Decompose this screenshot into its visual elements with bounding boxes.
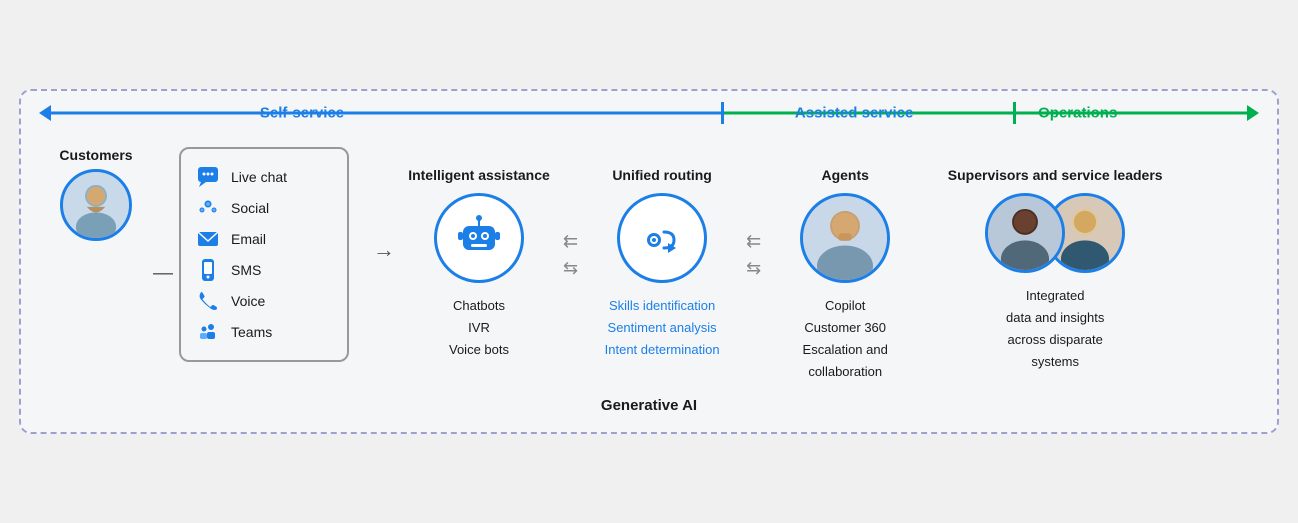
channels-bracket: Live chat Social	[179, 147, 349, 362]
section-divider-1	[721, 102, 724, 124]
customers-label: Customers	[59, 147, 132, 163]
intelligent-assistance-column: Intelligent assistance	[399, 147, 559, 361]
operations-label: Operations	[1038, 104, 1117, 121]
supervisors-item-3: across disparate	[1006, 329, 1104, 351]
supervisors-item-4: systems	[1006, 351, 1104, 373]
customer-image	[63, 169, 129, 241]
supervisors-photos	[985, 193, 1125, 273]
live-chat-icon	[195, 164, 221, 190]
supervisor-photo-1	[985, 193, 1065, 273]
channel-social: Social	[195, 195, 337, 221]
unified-routing-items: Skills identification Sentiment analysis…	[605, 295, 720, 361]
supervisors-item-1: Integrated	[1006, 285, 1104, 307]
supervisors-items: Integrated data and insights across disp…	[1006, 285, 1104, 373]
section-divider-2	[1013, 102, 1016, 124]
ia-item-1: Chatbots	[449, 295, 509, 317]
ur-item-2: Sentiment analysis	[605, 317, 720, 339]
unified-routing-title: Unified routing	[612, 147, 712, 183]
agents-column: Agents Copilot Customer 360 Escalation a…	[765, 147, 925, 383]
voice-label: Voice	[231, 293, 265, 309]
agents-item-1: Copilot	[803, 295, 888, 317]
live-chat-label: Live chat	[231, 169, 287, 185]
email-label: Email	[231, 231, 266, 247]
customers-column: Customers	[41, 147, 151, 241]
channel-email: Email	[195, 226, 337, 252]
email-icon	[195, 226, 221, 252]
agents-item-3: Escalation and	[803, 339, 888, 361]
sms-icon	[195, 257, 221, 283]
self-service-label: Self-service	[260, 104, 344, 121]
arrow-customers-to-channels: —	[151, 262, 175, 285]
channels-column: Live chat Social	[179, 147, 369, 362]
diagram-container: Self-service Assisted service Operations…	[19, 89, 1279, 434]
channel-voice: Voice	[195, 288, 337, 314]
supervisors-title: Supervisors and service leaders	[948, 147, 1163, 183]
channel-sms: SMS	[195, 257, 337, 283]
teams-icon	[195, 319, 221, 345]
channel-live-chat: Live chat	[195, 164, 337, 190]
channel-teams: Teams	[195, 319, 337, 345]
intelligent-assistance-items: Chatbots IVR Voice bots	[449, 295, 509, 361]
bidir-arrows-ia-ur: ⇇ ⇆	[559, 231, 582, 279]
bidir-arrows-ur-agents: ⇇ ⇆	[742, 231, 765, 279]
social-label: Social	[231, 200, 269, 216]
arrow-channels-to-ia: →	[369, 237, 399, 263]
supervisors-column: Supervisors and service leaders	[945, 147, 1165, 373]
voice-icon	[195, 288, 221, 314]
supervisors-item-2: data and insights	[1006, 307, 1104, 329]
agents-items: Copilot Customer 360 Escalation and coll…	[803, 295, 888, 383]
ia-item-2: IVR	[449, 317, 509, 339]
customer-avatar	[60, 169, 132, 241]
assisted-service-label: Assisted service	[795, 104, 913, 121]
social-icon	[195, 195, 221, 221]
sms-label: SMS	[231, 262, 261, 278]
generative-ai-label: Generative AI	[41, 397, 1257, 414]
agents-title: Agents	[821, 147, 868, 183]
unified-routing-icon	[617, 193, 707, 283]
unified-routing-column: Unified routing Skills identification Se…	[582, 147, 742, 361]
left-arrow-head	[39, 105, 51, 121]
agents-item-2: Customer 360	[803, 317, 888, 339]
intelligent-assistance-title: Intelligent assistance	[408, 147, 550, 183]
ur-item-1: Skills identification	[605, 295, 720, 317]
intelligent-assistance-icon	[434, 193, 524, 283]
agents-photo	[800, 193, 890, 283]
agents-item-4: collaboration	[803, 361, 888, 383]
ia-item-3: Voice bots	[449, 339, 509, 361]
top-bar: Self-service Assisted service Operations	[41, 91, 1257, 135]
main-content: Customers —	[41, 143, 1257, 383]
teams-label: Teams	[231, 324, 272, 340]
ur-item-3: Intent determination	[605, 339, 720, 361]
right-arrow-head	[1247, 105, 1259, 121]
